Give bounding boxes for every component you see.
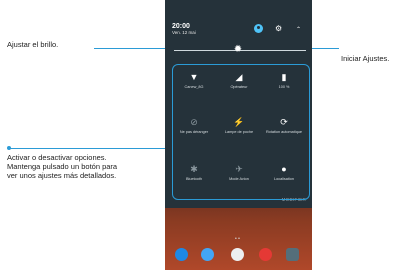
clock-time: 20:00 [172, 23, 190, 30]
toggle-callout-line3: ver unos ajustes más detallados. [7, 171, 117, 180]
messages-app-icon[interactable] [201, 248, 214, 261]
toggle-callout-dot [7, 146, 11, 150]
camera-app-icon[interactable] [286, 248, 299, 261]
phone-app-icon[interactable] [175, 248, 188, 261]
clock-date: Ven. 12 mai [172, 30, 196, 35]
app-dock [171, 246, 306, 266]
settings-callout: Iniciar Ajustes. [341, 54, 390, 63]
collapse-chevron-icon[interactable]: ⌃ [296, 26, 301, 33]
brightness-callout: Ajustar el brillo. [7, 40, 59, 49]
user-avatar-icon[interactable] [254, 24, 263, 33]
chrome-app-icon[interactable] [259, 248, 272, 261]
settings-gear-icon[interactable]: ⚙ [275, 24, 282, 33]
page-indicator: • • [235, 236, 240, 242]
brightness-thumb-icon[interactable]: ✹ [233, 45, 243, 55]
toggle-callout-line [9, 148, 173, 149]
tiles-highlight-frame [172, 64, 310, 200]
app-drawer-icon[interactable] [231, 248, 244, 261]
